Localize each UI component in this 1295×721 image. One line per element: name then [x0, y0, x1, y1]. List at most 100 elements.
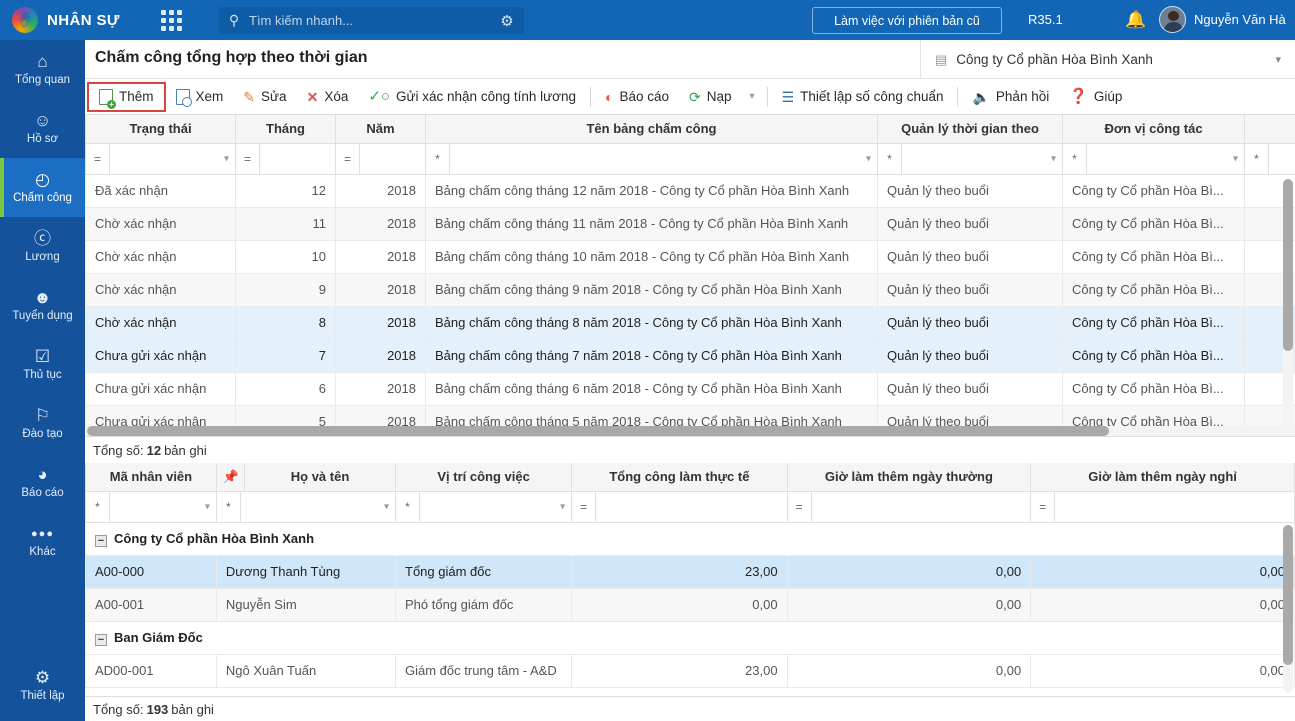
col-header-ten-bang-cham-cong[interactable]: Tên bảng chấm công: [425, 115, 878, 144]
group-row[interactable]: − Công ty Cổ phần Hòa Bình Xanh: [85, 521, 1295, 556]
sidebar-item-thu-tuc[interactable]: ☑ Thủ tục: [0, 335, 85, 394]
col-header-gio-lam-them-ngay-thuong[interactable]: Giờ làm thêm ngày thường: [786, 463, 1032, 492]
chevron-down-icon[interactable]: ▾: [224, 153, 229, 164]
filter-op[interactable]: =: [236, 144, 260, 173]
filter-input-trang-thai[interactable]: [110, 144, 235, 173]
col-header-gio-lam-them-ngay-nghi[interactable]: Giờ làm thêm ngày nghỉ: [1030, 463, 1295, 492]
view-button[interactable]: Xem: [166, 82, 234, 112]
col-header-thang[interactable]: Tháng: [235, 115, 336, 144]
col-header-trang-thai[interactable]: Trạng thái: [85, 115, 236, 144]
filter-op[interactable]: *: [426, 144, 450, 173]
sidebar-item-khac[interactable]: ●●● Khác: [0, 512, 85, 571]
chevron-down-icon[interactable]: ▾: [1051, 153, 1056, 164]
pin-icon[interactable]: 📌: [215, 463, 246, 492]
filter-op[interactable]: =: [1031, 492, 1056, 521]
timesheet-vertical-scrollbar[interactable]: [1283, 179, 1293, 427]
chevron-down-icon[interactable]: ▾: [866, 153, 871, 164]
table-row[interactable]: Chờ xác nhận 10 2018 Bảng chấm công thán…: [85, 239, 1295, 274]
scrollbar-thumb[interactable]: [1283, 179, 1293, 351]
feedback-button[interactable]: 🔈 Phản hồi: [962, 82, 1059, 112]
table-row[interactable]: Chờ xác nhận 8 2018 Bảng chấm công tháng…: [85, 305, 1295, 340]
table-row[interactable]: Chưa gửi xác nhận 7 2018 Bảng chấm công …: [85, 338, 1295, 373]
group-collapse-toggle[interactable]: −: [95, 534, 107, 547]
sidebar-item-luong[interactable]: ⓒ Lương: [0, 217, 85, 276]
filter-input-ho-va-ten[interactable]: [240, 492, 395, 521]
filter-input-ot-thuong[interactable]: [811, 492, 1030, 521]
filter-op[interactable]: =: [572, 492, 597, 521]
filter-op[interactable]: *: [1245, 144, 1269, 173]
table-row[interactable]: A00-001 Nguyễn Sim Phó tổng giám đốc 0,0…: [85, 587, 1295, 622]
filter-op[interactable]: =: [86, 144, 110, 173]
scrollbar-thumb[interactable]: [87, 426, 1109, 436]
col-header-nam[interactable]: Năm: [335, 115, 426, 144]
filter-input-nam[interactable]: [360, 144, 425, 173]
filter-op[interactable]: =: [788, 492, 812, 521]
cell-ten-bang: Bảng chấm công tháng 12 năm 2018 - Công …: [425, 173, 878, 208]
quick-search[interactable]: ⚲ ⚙: [219, 7, 524, 34]
cell-ten-bang: Bảng chấm công tháng 9 năm 2018 - Công t…: [425, 272, 878, 307]
sidebar-item-ho-so[interactable]: ☺ Hồ sơ: [0, 99, 85, 158]
col-header-quan-ly-thoi-gian-theo[interactable]: Quản lý thời gian theo: [877, 115, 1063, 144]
search-input[interactable]: [249, 13, 490, 28]
group-row[interactable]: − Ban Giám Đốc: [85, 620, 1295, 655]
company-selector[interactable]: ▤ Công ty Cổ phần Hòa Bình Xanh ▾: [920, 40, 1295, 79]
old-version-button[interactable]: Làm việc với phiên bản cũ: [812, 7, 1002, 34]
brand[interactable]: NHÂN SỰ: [0, 7, 140, 33]
send-confirm-button[interactable]: ✓○ Gửi xác nhận công tính lương: [358, 82, 586, 112]
table-row[interactable]: Chưa gửi xác nhận 6 2018 Bảng chấm công …: [85, 371, 1295, 406]
reload-button[interactable]: ⟳ Nạp: [679, 82, 742, 112]
standard-setup-button[interactable]: ☰ Thiết lập số công chuẩn: [772, 82, 954, 112]
col-header-ma-nhan-vien[interactable]: Mã nhân viên: [85, 463, 217, 492]
filter-op[interactable]: *: [878, 144, 902, 173]
filter-op[interactable]: *: [1063, 144, 1087, 173]
timesheet-horizontal-scrollbar[interactable]: [85, 426, 1295, 436]
sidebar-item-dao-tao[interactable]: ⚐ Đào tạo: [0, 394, 85, 453]
col-header-don-vi-cong-tac[interactable]: Đơn vị công tác: [1062, 115, 1245, 144]
user-menu[interactable]: Nguyễn Văn Hà: [1159, 6, 1286, 33]
col-header-tong-cong-lam-thuc-te[interactable]: Tổng công làm thực tế: [571, 463, 788, 492]
col-header-ho-va-ten[interactable]: Họ và tên: [244, 463, 397, 492]
chevron-down-icon[interactable]: ▾: [560, 501, 565, 512]
table-row[interactable]: Chờ xác nhận 9 2018 Bảng chấm công tháng…: [85, 272, 1295, 307]
filter-input-vi-tri[interactable]: [420, 492, 571, 521]
sidebar-item-tong-quan[interactable]: ⌂ Tổng quan: [0, 40, 85, 99]
filter-op[interactable]: *: [396, 492, 421, 521]
delete-button[interactable]: ✕ Xóa: [297, 82, 359, 112]
help-button[interactable]: ❓ Giúp: [1059, 82, 1132, 112]
filter-row: * ▾ * ▾ * ▾ = = =: [85, 490, 1295, 523]
table-row[interactable]: A00-000 Dương Thanh Tùng Tổng giám đốc 2…: [85, 554, 1295, 589]
employee-vertical-scrollbar[interactable]: [1283, 525, 1293, 693]
chevron-down-icon[interactable]: ▾: [205, 501, 210, 512]
filter-op[interactable]: *: [217, 492, 241, 521]
sidebar-item-cham-cong[interactable]: ◴ Chấm công: [0, 158, 85, 217]
table-row[interactable]: AD00-001 Ngô Xuân Tuấn Giám đốc trung tâ…: [85, 653, 1295, 688]
delete-button-label: Xóa: [324, 89, 349, 104]
report-button[interactable]: ◐ Báo cáo: [595, 82, 679, 112]
apps-grid-icon[interactable]: [156, 5, 186, 35]
sidebar-item-tuyen-dung[interactable]: ☻ Tuyển dụng: [0, 276, 85, 335]
filter-input-ten-bang[interactable]: [450, 144, 877, 173]
table-row[interactable]: Chờ xác nhận 11 2018 Bảng chấm công thán…: [85, 206, 1295, 241]
reload-dropdown-caret-icon[interactable]: ▾: [742, 91, 763, 102]
filter-input-quan-ly[interactable]: [902, 144, 1062, 173]
add-button[interactable]: Thêm: [87, 81, 166, 112]
sidebar-item-thiet-lap[interactable]: ⚙ Thiết lập: [0, 656, 85, 715]
edit-button[interactable]: ✎ Sửa: [233, 82, 296, 112]
filter-input-don-vi[interactable]: [1087, 144, 1244, 173]
table-row[interactable]: Đã xác nhận 12 2018 Bảng chấm công tháng…: [85, 173, 1295, 208]
filter-input-tong-cong[interactable]: [596, 492, 787, 521]
col-header-vi-tri-cong-viec[interactable]: Vị trí công việc: [395, 463, 573, 492]
chevron-down-icon[interactable]: ▾: [384, 501, 389, 512]
search-settings-gear-icon[interactable]: ⚙: [490, 12, 524, 30]
cell-tong-cong: 0,00: [571, 587, 788, 622]
group-collapse-toggle[interactable]: −: [95, 633, 107, 646]
filter-input-ma-nhan-vien[interactable]: [110, 492, 216, 521]
scrollbar-thumb[interactable]: [1283, 525, 1293, 665]
chevron-down-icon[interactable]: ▾: [1233, 153, 1238, 164]
filter-input-thang[interactable]: [260, 144, 335, 173]
bell-icon[interactable]: 🔔: [1125, 10, 1146, 30]
filter-op[interactable]: =: [336, 144, 360, 173]
filter-op[interactable]: *: [86, 492, 110, 521]
sidebar-item-bao-cao[interactable]: ◕ Báo cáo: [0, 453, 85, 512]
filter-input-ot-nghi[interactable]: [1055, 492, 1294, 521]
